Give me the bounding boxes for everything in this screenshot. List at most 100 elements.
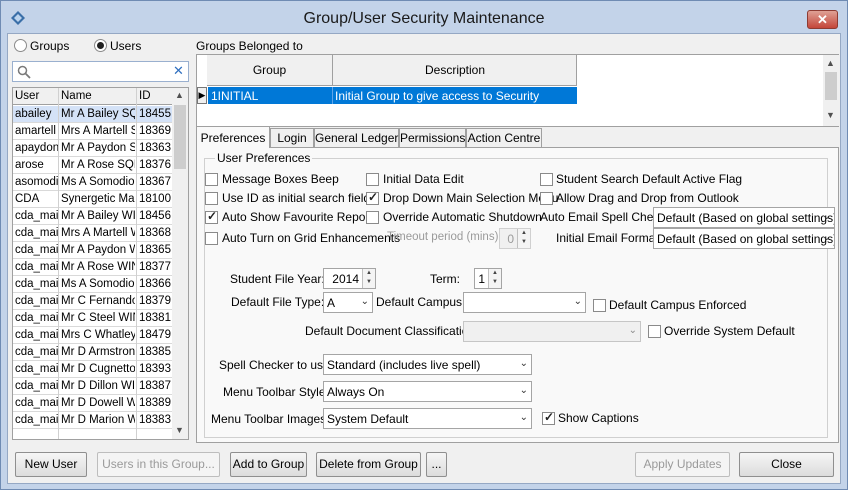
user-search-field[interactable]: ✕ [12,61,189,82]
term-stepper[interactable]: 1 ▲ ▼ [474,268,502,289]
users-radio-button[interactable] [94,39,107,52]
groups-table-row[interactable]: 1INITIAL Initial Group to give access to… [208,87,577,104]
users-in-group-button[interactable]: Users in this Group... [97,452,220,477]
name-cell: Mr A Paydon SC [61,142,135,154]
user-cell: abailey [15,108,52,120]
spell-checker-select[interactable]: Standard (includes live spell) ⌄ [323,354,532,375]
column-header-description[interactable]: Description [333,63,577,77]
scroll-up-icon[interactable]: ▲ [826,58,835,68]
apply-updates-button[interactable]: Apply Updates [635,452,730,477]
auto-show-favourite-reports-checkbox[interactable] [205,209,218,224]
table-row[interactable]: amartell Mrs A Martell SC 18369 [13,123,173,140]
scroll-down-icon[interactable]: ▼ [175,425,184,435]
table-row[interactable]: apaydonMr A Paydon SC 18363 [13,140,173,157]
tab-login[interactable]: Login [270,128,314,148]
table-row[interactable]: cda_mainMr C Steel WIN 18381 [13,310,173,327]
default-campus-select[interactable]: ⌄ [463,292,586,313]
student-file-year-stepper[interactable]: 2014 ▲ ▼ [323,268,376,289]
tab-action-centre[interactable]: Action Centre [466,128,542,148]
user-cell: cda_main [15,227,58,239]
users-radio[interactable] [94,39,107,55]
tab-preferences[interactable]: Preferences [196,126,270,148]
student-search-default-active-checkbox[interactable] [540,173,553,186]
group-cell: 1INITIAL [211,89,259,103]
id-cell: 18366 [139,278,171,290]
override-auto-shutdown-label: Override Automatic Shutdown [383,210,542,224]
default-campus-label: Default Campus: [376,295,466,309]
table-row[interactable]: cda_mainMrs C Whatley 18479 [13,327,173,344]
id-cell: 18363 [139,142,171,154]
table-row[interactable]: cda_mainMr D Marion WI 18383 [13,412,173,429]
window-close-button[interactable]: ✕ [807,10,838,29]
override-auto-shutdown-checkbox[interactable] [366,211,379,224]
stepper-icon[interactable]: ▲ ▼ [362,269,375,288]
allow-drag-drop-outlook-checkbox[interactable] [540,192,553,205]
drop-down-main-selection-checkbox[interactable] [366,190,379,205]
stepper-icon[interactable]: ▲ ▼ [488,269,501,288]
row-pointer-icon: ▶ [197,87,207,104]
delete-from-group-button[interactable]: Delete from Group [316,452,421,477]
search-icon [17,65,31,79]
user-cell: cda_main [15,329,58,341]
table-row[interactable]: asomodioMs A Somodio S 18367 [13,174,173,191]
user-cell: cda_main [15,278,58,290]
table-row[interactable]: abailey Mr A Bailey SQL 18455 [13,106,173,123]
menu-toolbar-images-select[interactable]: System Default ⌄ [323,408,532,429]
table-row[interactable]: cda_mainMrs A Martell W 18368 [13,225,173,242]
column-header-group[interactable]: Group [207,63,332,77]
default-campus-enforced-checkbox[interactable] [593,299,606,312]
table-row[interactable]: cda_mainMr A Rose WIN 18377 [13,259,173,276]
table-row[interactable]: cda_mainMr D Cugnetto 18393 [13,361,173,378]
id-cell: 18367 [139,176,171,188]
column-header-name[interactable]: Name [61,90,92,102]
table-row[interactable]: arose Mr A Rose SQL 18376 [13,157,173,174]
table-row[interactable]: CDA Synergetic Man 18100 [13,191,173,208]
close-button[interactable]: Close [739,452,834,477]
column-header-id[interactable]: ID [139,90,151,102]
scroll-down-icon[interactable]: ▼ [826,110,835,120]
message-boxes-beep-label: Message Boxes Beep [222,172,339,186]
scroll-up-icon[interactable]: ▲ [175,90,184,100]
name-cell: Mrs A Martell SC [61,125,135,137]
table-row[interactable]: cda_mainMs A Somodio W 18366 [13,276,173,293]
id-cell: 18365 [139,244,171,256]
allow-drag-drop-outlook-label: Allow Drag and Drop from Outlook [556,191,739,205]
scroll-thumb[interactable] [825,72,837,100]
table-row[interactable]: cda_mainMr D Dowell WI 18389 [13,395,173,412]
auto-turn-on-grid-checkbox[interactable] [205,232,218,245]
table-row[interactable]: cda_mainMr C Fernando 18379 [13,293,173,310]
new-user-button[interactable]: New User [15,452,87,477]
show-captions-label: Show Captions [558,411,639,425]
table-row[interactable]: cda_mainMr D Dillon WIN 18387 [13,378,173,395]
table-row[interactable]: cda_mainMr A Paydon W 18365 [13,242,173,259]
more-options-button[interactable]: ... [426,452,447,477]
override-system-default-checkbox[interactable] [648,325,661,338]
default-file-type-select[interactable]: A ⌄ [323,292,373,313]
users-grid-scrollbar[interactable]: ▲ ▼ [172,88,188,439]
initial-data-edit-checkbox[interactable] [366,173,379,186]
auto-email-spell-check-select[interactable]: Default (Based on global settings) ⌄ [653,207,835,228]
auto-email-spell-check-value: Default (Based on global settings) [657,211,835,225]
groups-belonged-label: Groups Belonged to [196,39,303,53]
tab-general-ledger[interactable]: General Ledger [314,128,399,148]
use-id-initial-search-checkbox[interactable] [205,192,218,205]
window-title: Group/User Security Maintenance [303,10,545,27]
groups-radio[interactable] [14,39,27,55]
tab-permissions[interactable]: Permissions [399,128,466,148]
groups-radio-button[interactable] [14,39,27,52]
scroll-thumb[interactable] [174,105,186,169]
column-header-user[interactable]: User [15,90,39,102]
groups-grid-scrollbar[interactable]: ▲ ▼ [823,55,839,126]
table-row[interactable]: cda_mainMr D Armstrong 18385 [13,344,173,361]
show-captions-checkbox[interactable] [542,410,555,425]
menu-toolbar-style-select[interactable]: Always On ⌄ [323,381,532,402]
user-cell: cda_main [15,397,58,409]
clear-search-icon[interactable]: ✕ [173,63,184,79]
add-to-group-button[interactable]: Add to Group [230,452,307,477]
title-bar[interactable]: Group/User Security Maintenance ✕ [1,1,847,35]
table-row[interactable]: cda_mainMr A Bailey WIN 18456 [13,208,173,225]
id-cell: 18368 [139,227,171,239]
initial-email-format-select[interactable]: Default (Based on global settings) ⌄ [653,228,835,249]
search-input[interactable] [33,63,169,80]
message-boxes-beep-checkbox[interactable] [205,173,218,186]
